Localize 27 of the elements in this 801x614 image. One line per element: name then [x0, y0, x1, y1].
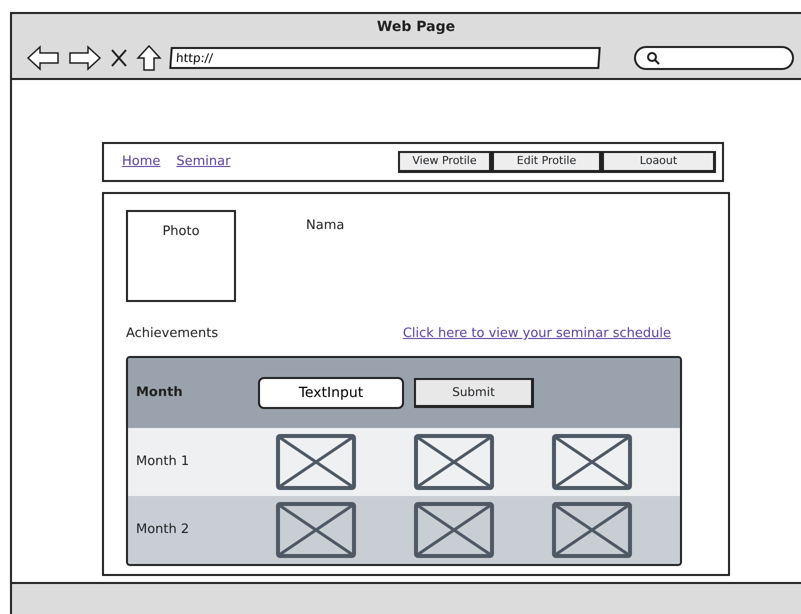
column-header: Month	[136, 384, 184, 402]
image-placeholder-icon	[414, 502, 494, 558]
image-placeholder-icon	[552, 434, 632, 490]
nav-button[interactable]: Edit Protile	[492, 151, 602, 173]
close-icon[interactable]	[110, 48, 128, 68]
address-field[interactable]: http://	[169, 47, 601, 69]
row-label: Month 1	[136, 452, 190, 471]
image-placeholder-icon	[552, 502, 632, 558]
search-icon	[646, 51, 660, 65]
nav-button[interactable]: View Protile	[398, 151, 492, 173]
submit-button[interactable]: Submit	[414, 378, 534, 408]
image-placeholder-icon	[276, 434, 356, 490]
name-label: Nama	[306, 217, 344, 235]
search-field[interactable]	[634, 46, 794, 70]
nav-link[interactable]: Home	[122, 152, 160, 172]
text-input[interactable]: TextInput	[258, 376, 404, 408]
section-heading: Achievements	[126, 325, 218, 343]
schedule-link[interactable]: Click here to view your seminar schedule	[402, 324, 671, 344]
window-title: Web Page	[376, 18, 456, 37]
photo-label: Photo	[162, 224, 200, 239]
nav-link[interactable]: Seminar	[176, 152, 230, 172]
row-label: Month 2	[136, 520, 190, 539]
nav-button[interactable]: Loaout	[602, 151, 716, 173]
image-placeholder-icon	[414, 434, 494, 490]
image-placeholder-icon	[276, 502, 356, 558]
back-icon[interactable]	[26, 45, 60, 71]
forward-icon[interactable]	[68, 45, 102, 71]
